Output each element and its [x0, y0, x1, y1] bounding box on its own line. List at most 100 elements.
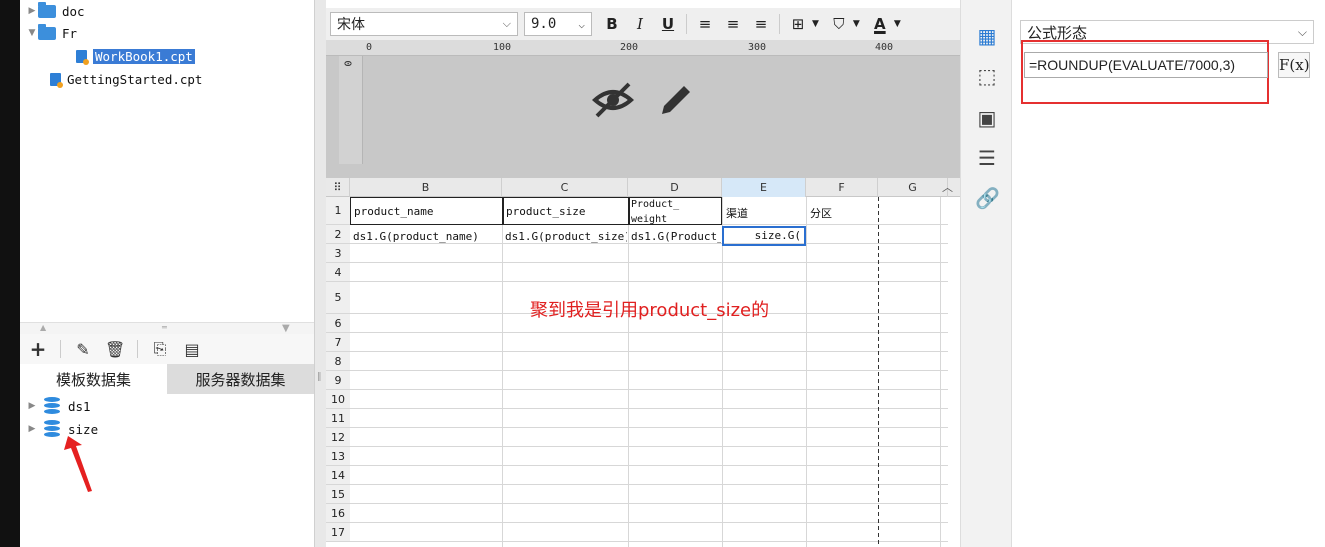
cell-attributes-icon[interactable]: ▦	[975, 24, 999, 48]
vertical-ruler: 0	[339, 56, 363, 164]
border-icon[interactable]: ⊞	[784, 15, 812, 33]
row-header-1[interactable]: 1	[326, 197, 350, 225]
column-header-f[interactable]: F	[806, 178, 878, 197]
tree-item-workbook1[interactable]: WorkBook1.cpt	[76, 46, 195, 66]
font-color-icon[interactable]: A	[866, 15, 894, 33]
red-arrow-annotation-icon	[64, 436, 92, 492]
row-header-7[interactable]: 7	[326, 333, 350, 352]
cell-e1[interactable]: 渠道	[726, 205, 806, 221]
eye-hidden-icon[interactable]	[591, 82, 635, 118]
property-icon-bar: ▦ ⬚ ▣ ☰ 🔗	[960, 0, 1012, 547]
font-size-select[interactable]: 9.0 ⌵	[524, 12, 592, 36]
scroll-up-icon[interactable]: ︿	[942, 179, 953, 195]
tab-template-dataset[interactable]: 模板数据集	[20, 364, 167, 394]
row-header-10[interactable]: 10	[326, 390, 350, 409]
chevron-down-icon[interactable]: ▼	[812, 19, 819, 29]
tree-item-label: WorkBook1.cpt	[93, 48, 195, 64]
cell-e2-selected[interactable]: size.G(	[722, 226, 806, 246]
row-header-14[interactable]: 14	[326, 466, 350, 485]
caret-down-icon[interactable]: ▼	[26, 28, 38, 38]
edit-pencil-icon[interactable]	[656, 80, 696, 120]
toolbar-divider	[779, 14, 780, 34]
fill-color-icon[interactable]: ⛉	[825, 15, 853, 33]
header-cell-divider	[628, 197, 630, 225]
column-header-d[interactable]: D	[628, 178, 722, 197]
widget-icon[interactable]: ▣	[975, 106, 999, 130]
condition-attributes-icon[interactable]: ☰	[975, 146, 999, 170]
tree-item-doc[interactable]: ▶ doc	[26, 1, 85, 21]
toolbar-divider	[137, 340, 138, 358]
ruler-tick: 0	[366, 42, 373, 53]
formula-input[interactable]: =ROUNDUP(EVALUATE/7000,3)	[1024, 52, 1268, 78]
panel-splitter[interactable]: ▲ ═ ▼	[20, 322, 314, 334]
cell-b2[interactable]: ds1.G(product_name)	[353, 230, 501, 243]
align-right-icon[interactable]: ≡	[747, 15, 775, 33]
row-header-13[interactable]: 13	[326, 447, 350, 466]
row-header-6[interactable]: 6	[326, 314, 350, 333]
row-header-5[interactable]: 5	[326, 282, 350, 314]
caret-right-icon[interactable]: ▶	[26, 401, 38, 411]
header-cell-divider	[502, 197, 504, 225]
cell-d1-line1[interactable]: Product_	[631, 199, 721, 210]
row-header-2[interactable]: 2	[326, 225, 350, 244]
ruler-tick: 0	[341, 60, 353, 67]
column-header-e[interactable]: E	[722, 178, 806, 197]
formula-editor-button[interactable]: F(x)	[1278, 52, 1310, 78]
cell-b1[interactable]: product_name	[354, 205, 500, 218]
align-left-icon[interactable]: ≡	[691, 15, 719, 33]
column-gridline	[502, 197, 503, 547]
cell-element-icon[interactable]: ⬚	[975, 64, 999, 88]
server-dataset-icon[interactable]: ▤	[182, 340, 202, 359]
row-gridline	[350, 243, 948, 244]
tree-item-gettingstarted[interactable]: GettingStarted.cpt	[50, 69, 202, 89]
cell-d2[interactable]: ds1.G(Product_	[631, 230, 721, 243]
column-gridline	[878, 197, 879, 547]
vertical-splitter[interactable]: ‖	[314, 0, 326, 547]
row-header-8[interactable]: 8	[326, 352, 350, 371]
cell-d1-line2[interactable]: weight	[631, 214, 721, 225]
caret-right-icon[interactable]: ▶	[26, 6, 38, 16]
collapse-up-icon[interactable]: ▲	[40, 323, 46, 332]
bold-button[interactable]: B	[598, 15, 626, 33]
align-center-icon[interactable]: ≡	[719, 15, 747, 33]
column-header-g[interactable]: G	[878, 178, 948, 197]
row-header-15[interactable]: 15	[326, 485, 350, 504]
spreadsheet-grid[interactable]: ⠿ B C D E F G ︿ 1 2 3 4 5 6 7 8 9 10 11 12 13 14 15 16 1…	[326, 178, 960, 547]
caret-right-icon[interactable]: ▶	[26, 424, 38, 434]
column-header-c[interactable]: C	[502, 178, 628, 197]
row-header-9[interactable]: 9	[326, 371, 350, 390]
select-all-corner[interactable]: ⠿	[326, 178, 350, 197]
toolbar-divider	[686, 14, 687, 34]
red-annotation-text: 聚到我是引用product_size的	[530, 300, 770, 321]
font-name-select[interactable]: 宋体 ⌵	[330, 12, 518, 36]
row-header-17[interactable]: 17	[326, 523, 350, 542]
drag-handle-icon[interactable]: ‖	[317, 372, 322, 382]
row-header-12[interactable]: 12	[326, 428, 350, 447]
tab-server-dataset[interactable]: 服务器数据集	[167, 364, 314, 394]
collapse-down-icon[interactable]: ▼	[282, 323, 290, 334]
tree-item-fr[interactable]: ▼ Fr	[26, 23, 77, 43]
cell-f1[interactable]: 分区	[810, 205, 876, 221]
drag-handle-icon[interactable]: ═	[162, 323, 167, 332]
preview-icon[interactable]: ⎘	[150, 339, 170, 359]
row-header-11[interactable]: 11	[326, 409, 350, 428]
row-header-16[interactable]: 16	[326, 504, 350, 523]
row-header-3[interactable]: 3	[326, 244, 350, 263]
row-header-4[interactable]: 4	[326, 263, 350, 282]
chevron-down-icon[interactable]: ▼	[894, 19, 901, 29]
cell-c2[interactable]: ds1.G(product_size)	[505, 230, 627, 243]
cell-c1[interactable]: product_size	[506, 205, 626, 218]
ruler-tick: 400	[875, 42, 894, 53]
add-dataset-button[interactable]: +	[28, 337, 48, 361]
left-edge-strip	[0, 0, 20, 547]
italic-button[interactable]: I	[626, 15, 654, 33]
hyperlink-icon[interactable]: 🔗	[975, 186, 1000, 210]
column-header-b[interactable]: B	[350, 178, 502, 197]
edit-icon[interactable]: ✎	[73, 340, 93, 359]
ruler-tick: 300	[748, 42, 767, 53]
chevron-down-icon[interactable]: ▼	[853, 19, 860, 29]
dataset-item-ds1[interactable]: ▶ ds1	[26, 396, 91, 416]
underline-button[interactable]: U	[654, 15, 682, 33]
row-gridline	[350, 427, 948, 428]
delete-icon[interactable]: 🗑	[105, 340, 125, 359]
